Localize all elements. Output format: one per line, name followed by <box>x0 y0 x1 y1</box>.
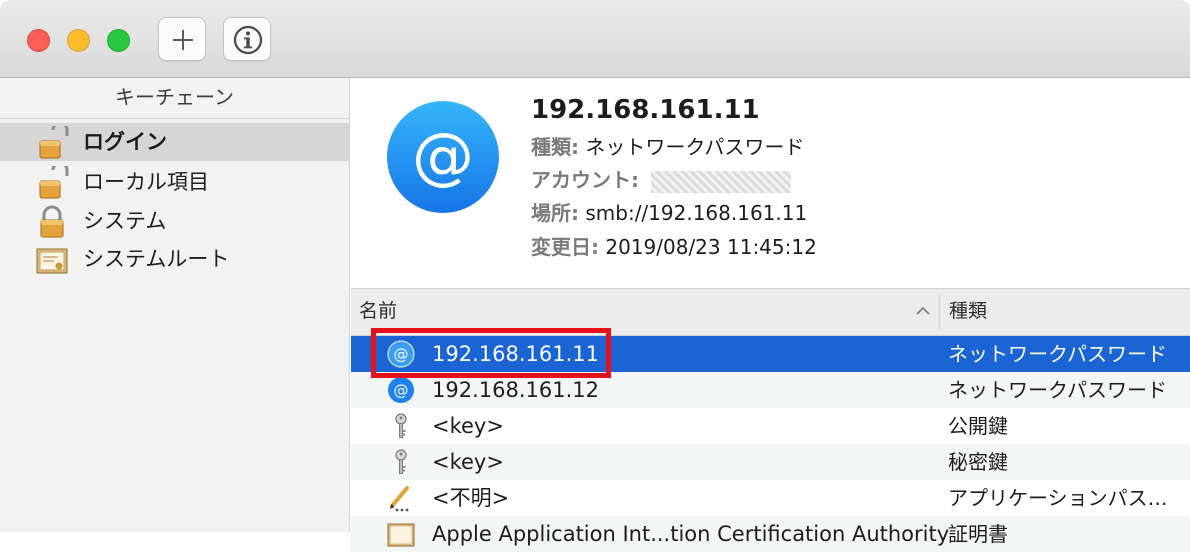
close-window-button[interactable] <box>27 29 50 52</box>
column-header-kind[interactable]: 種類 <box>949 298 987 324</box>
item-kind: 秘密鍵 <box>948 450 1008 474</box>
certificate-icon <box>387 523 415 547</box>
svg-text:@: @ <box>394 382 409 400</box>
zoom-window-button[interactable] <box>107 29 130 52</box>
detail-location-row: 場所: smb://192.168.161.11 <box>531 200 807 226</box>
sidebar-item-login[interactable]: ログイン <box>0 123 349 161</box>
certificate-icon <box>36 248 68 274</box>
title-bar <box>0 0 1190 78</box>
unlocked-padlock-icon <box>39 126 69 159</box>
annotation-highlight-box <box>371 328 611 378</box>
minimize-window-button[interactable] <box>67 29 90 52</box>
detail-modified-value: 2019/08/23 11:45:12 <box>605 235 817 259</box>
locked-padlock-icon <box>40 205 64 238</box>
column-divider[interactable] <box>939 295 940 329</box>
list-item[interactable]: <key> 公開鍵 <box>351 408 1190 444</box>
detail-modified-label: 変更日: <box>531 235 599 259</box>
detail-kind-label: 種類: <box>531 135 579 159</box>
item-kind: アプリケーションパス… <box>948 486 1168 510</box>
add-item-button[interactable] <box>158 17 206 61</box>
sidebar-header: キーチェーン <box>0 78 349 119</box>
at-sign-icon: @ <box>388 377 414 403</box>
keychain-sidebar: キーチェーン ログイン ローカル項目 システム システムルート <box>0 78 350 532</box>
item-title: 192.168.161.11 <box>531 95 760 125</box>
keychain-item-list: 名前 種類 @ 192.168.161.11 ネットワークパスワード @ 192… <box>351 288 1190 552</box>
detail-location-value: smb://192.168.161.11 <box>585 201 808 225</box>
sidebar-item-label: ローカル項目 <box>83 170 209 194</box>
pen-icon <box>390 486 409 512</box>
key-icon <box>395 449 407 474</box>
detail-kind-value: ネットワークパスワード <box>585 135 805 159</box>
sidebar-item-label: システム <box>83 209 167 233</box>
info-icon <box>233 25 263 55</box>
detail-modified-row: 変更日: 2019/08/23 11:45:12 <box>531 234 817 260</box>
get-info-button[interactable] <box>223 17 271 61</box>
item-name: <不明> <box>432 486 510 510</box>
sidebar-item-system-roots[interactable]: システムルート <box>0 240 349 278</box>
sidebar-item-system[interactable]: システム <box>0 202 349 240</box>
item-kind: ネットワークパスワード <box>948 378 1167 402</box>
item-name: 192.168.161.12 <box>432 378 599 402</box>
item-kind: 公開鍵 <box>948 414 1008 438</box>
redacted-account-value <box>651 170 792 193</box>
item-name: <key> <box>432 414 504 438</box>
unlocked-padlock-icon <box>39 166 69 199</box>
item-kind: 証明書 <box>948 522 1008 546</box>
detail-kind-row: 種類: ネットワークパスワード <box>531 134 804 160</box>
key-icon <box>395 413 407 438</box>
svg-text:@: @ <box>412 119 474 192</box>
detail-location-label: 場所: <box>531 201 579 225</box>
item-name: Apple Application Int...tion Certificati… <box>432 522 950 546</box>
list-item[interactable]: <key> 秘密鍵 <box>351 444 1190 480</box>
detail-account-row: アカウント: <box>531 167 792 193</box>
sidebar-item-label: ログイン <box>83 130 167 154</box>
plus-icon <box>173 30 193 50</box>
sidebar-item-local-items[interactable]: ローカル項目 <box>0 163 349 201</box>
at-sign-icon: @ <box>387 101 499 213</box>
item-kind: ネットワークパスワード <box>948 342 1167 366</box>
detail-account-label: アカウント: <box>531 168 639 192</box>
list-item[interactable]: <不明> アプリケーションパス… <box>351 480 1190 516</box>
list-item[interactable]: Apple Application Int...tion Certificati… <box>351 516 1190 552</box>
item-name: <key> <box>432 450 504 474</box>
sort-ascending-icon[interactable] <box>915 303 931 319</box>
column-header-name[interactable]: 名前 <box>359 298 397 324</box>
sidebar-item-label: システムルート <box>83 247 230 271</box>
item-detail-panel: @ 192.168.161.11 種類: ネットワークパスワード アカウント: … <box>351 78 1190 288</box>
